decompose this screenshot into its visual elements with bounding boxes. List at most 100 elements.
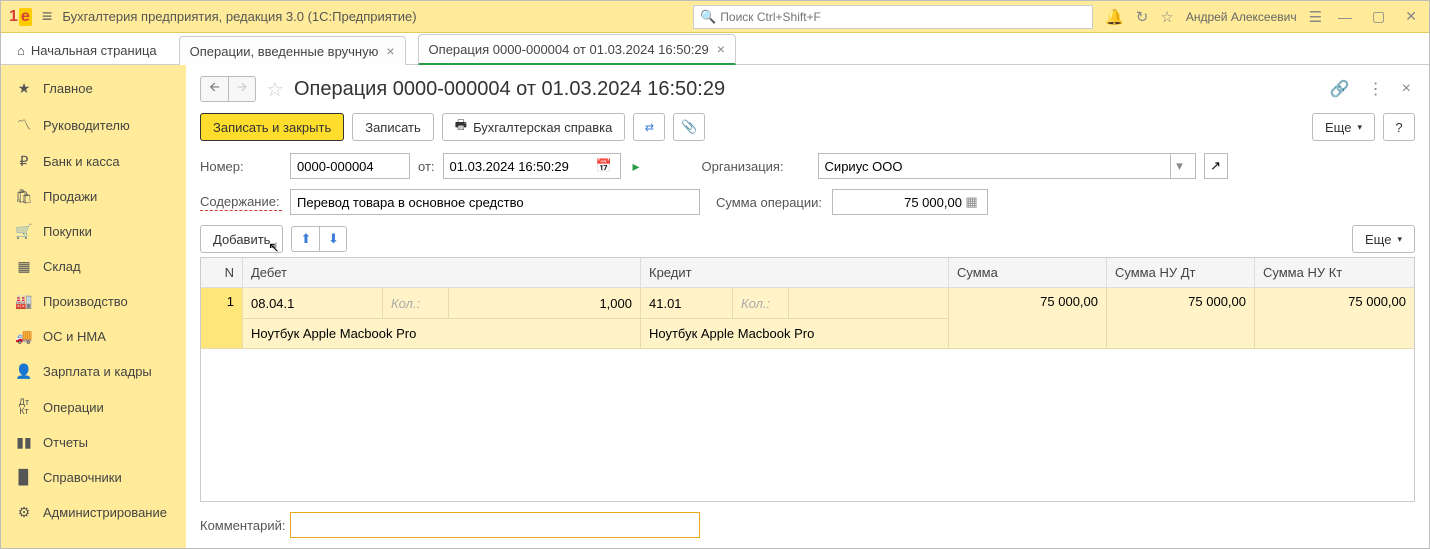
col-nukt[interactable]: Сумма НУ Кт [1255, 258, 1414, 287]
sidebar-item-manager[interactable]: 〽Руководителю [1, 106, 186, 144]
sidebar-label: Главное [43, 81, 93, 96]
add-button[interactable]: Добавить◢ [200, 225, 283, 253]
comment-field[interactable] [290, 512, 700, 538]
sidebar-item-admin[interactable]: ⚙Администрирование [1, 495, 186, 530]
search-input[interactable] [720, 10, 1086, 24]
table-row[interactable]: 1 08.04.1 Кол.: 1,000 Ноутбук Apple Macb… [201, 288, 1414, 349]
help-button[interactable]: ? [1383, 113, 1415, 141]
home-tab-label: Начальная страница [31, 43, 157, 58]
save-button[interactable]: Записать [352, 113, 434, 141]
app-title: Бухгалтерия предприятия, редакция 3.0 (1… [62, 9, 416, 24]
sidebar-item-bank[interactable]: ₽Банк и касса [1, 144, 186, 179]
menu-icon[interactable]: ≡ [42, 6, 53, 27]
sidebar-label: ОС и НМА [43, 329, 106, 344]
user-name[interactable]: Андрей Алексеевич [1186, 10, 1297, 24]
save-close-button[interactable]: Записать и закрыть [200, 113, 344, 141]
calendar-icon[interactable]: 📅 [594, 158, 613, 174]
sidebar-item-purchases[interactable]: 🛒 Покупки [1, 214, 186, 249]
content-field[interactable] [290, 189, 700, 215]
search-icon: 🔍 [700, 9, 716, 25]
settings-icon[interactable]: ☰ [1309, 8, 1322, 26]
sidebar-label: Склад [43, 259, 81, 274]
number-field[interactable] [290, 153, 410, 179]
content: 🡨 🡪 ☆ Операция 0000-000004 от 01.03.2024… [186, 65, 1429, 548]
col-sum[interactable]: Сумма [949, 258, 1107, 287]
cell-qty-label: Кол.: [733, 288, 789, 318]
sidebar-label: Операции [43, 400, 104, 415]
bell-icon[interactable]: 🔔 [1105, 8, 1124, 26]
cart-icon: 🛒 [15, 223, 33, 240]
print-icon: 🖶 [455, 116, 467, 138]
chevron-down-icon[interactable]: ▾ [1170, 154, 1189, 178]
org-field[interactable]: ▾ [818, 153, 1196, 179]
close-doc-icon[interactable]: × [1398, 76, 1415, 102]
number-input[interactable] [297, 159, 403, 174]
more-table-button[interactable]: Еще ▾ [1352, 225, 1415, 253]
minimize-icon[interactable]: — [1334, 9, 1356, 25]
star-icon[interactable]: ☆ [1160, 8, 1173, 26]
org-input[interactable] [825, 159, 1170, 174]
tab-operations-list[interactable]: Операции, введенные вручную × [179, 36, 406, 65]
link-icon[interactable]: 🔗 [1326, 75, 1354, 103]
sidebar-item-sales[interactable]: 🛍Продажи [1, 179, 186, 214]
col-debit[interactable]: Дебет [243, 258, 641, 287]
close-icon[interactable]: × [717, 41, 725, 57]
home-tab[interactable]: ⌂ Начальная страница [7, 37, 167, 64]
close-icon[interactable]: × [386, 43, 394, 59]
calculator-icon[interactable]: ▦ [962, 194, 981, 210]
chevron-down-icon: ◢ [270, 240, 276, 249]
sidebar-item-operations[interactable]: ДтКтОперации [1, 389, 186, 425]
sidebar-label: Продажи [43, 189, 97, 204]
sidebar-item-reports[interactable]: ▮▮Отчеты [1, 425, 186, 460]
cell-nukt: 75 000,00 [1255, 288, 1414, 348]
sidebar-item-references[interactable]: ▉Справочники [1, 460, 186, 495]
sidebar-item-warehouse[interactable]: ▦Склад [1, 249, 186, 284]
post-icon[interactable]: ▸ [633, 158, 640, 175]
sidebar-label: Покупки [43, 224, 92, 239]
history-icon[interactable]: ↻ [1136, 8, 1149, 26]
org-open-button[interactable]: ↗ [1204, 153, 1228, 179]
col-credit[interactable]: Кредит [641, 258, 949, 287]
close-window-icon[interactable]: ✕ [1401, 8, 1421, 25]
sidebar-item-main[interactable]: ★ Главное [1, 71, 186, 106]
print-button[interactable]: 🖶Бухгалтерская справка [442, 113, 626, 141]
attach-button[interactable]: 📎 [673, 113, 705, 141]
btn-label: Еще [1325, 120, 1351, 135]
kebab-icon[interactable]: ⋮ [1364, 75, 1388, 103]
label-number: Номер: [200, 159, 282, 174]
ruble-icon: ₽ [15, 153, 33, 170]
sidebar-item-production[interactable]: 🏭Производство [1, 284, 186, 319]
nav-forward-button[interactable]: 🡪 [228, 76, 256, 102]
person-icon: 👤 [15, 363, 33, 380]
sidebar-item-assets[interactable]: 🚚ОС и НМА [1, 319, 186, 354]
logo-1c: 1е [9, 8, 32, 26]
clip-icon: 📎 [681, 119, 697, 135]
dtkt-button[interactable]: ⇄ [633, 113, 665, 141]
sidebar-item-payroll[interactable]: 👤Зарплата и кадры [1, 354, 186, 389]
date-field[interactable]: 📅 [443, 153, 621, 179]
star-icon: ★ [15, 80, 33, 97]
search-box[interactable]: 🔍 [693, 5, 1093, 29]
move-down-button[interactable]: ⬇ [319, 226, 347, 252]
maximize-icon[interactable]: ▢ [1368, 8, 1389, 25]
date-input[interactable] [450, 159, 595, 174]
comment-input[interactable] [297, 518, 693, 533]
move-up-button[interactable]: ⬆ [291, 226, 319, 252]
chevron-down-icon: ▾ [1397, 234, 1402, 245]
favorite-star-icon[interactable]: ☆ [266, 77, 284, 102]
nav-back-button[interactable]: 🡨 [200, 76, 228, 102]
tab-operation-doc[interactable]: Операция 0000-000004 от 01.03.2024 16:50… [418, 34, 736, 65]
sidebar-label: Справочники [43, 470, 122, 485]
col-nudt[interactable]: Сумма НУ Дт [1107, 258, 1255, 287]
more-button[interactable]: Еще ▾ [1312, 113, 1375, 141]
grid-header: N Дебет Кредит Сумма Сумма НУ Дт Сумма Н… [201, 258, 1414, 288]
sidebar-label: Отчеты [43, 435, 88, 450]
content-input[interactable] [297, 195, 693, 210]
sum-field[interactable]: ▦ [832, 189, 988, 215]
label-sum: Сумма операции: [716, 195, 824, 210]
sum-input[interactable] [839, 195, 962, 210]
tab-label: Операции, введенные вручную [190, 44, 379, 59]
factory-icon: 🏭 [15, 293, 33, 310]
gear-icon: ⚙ [15, 504, 33, 521]
col-n[interactable]: N [201, 258, 243, 287]
